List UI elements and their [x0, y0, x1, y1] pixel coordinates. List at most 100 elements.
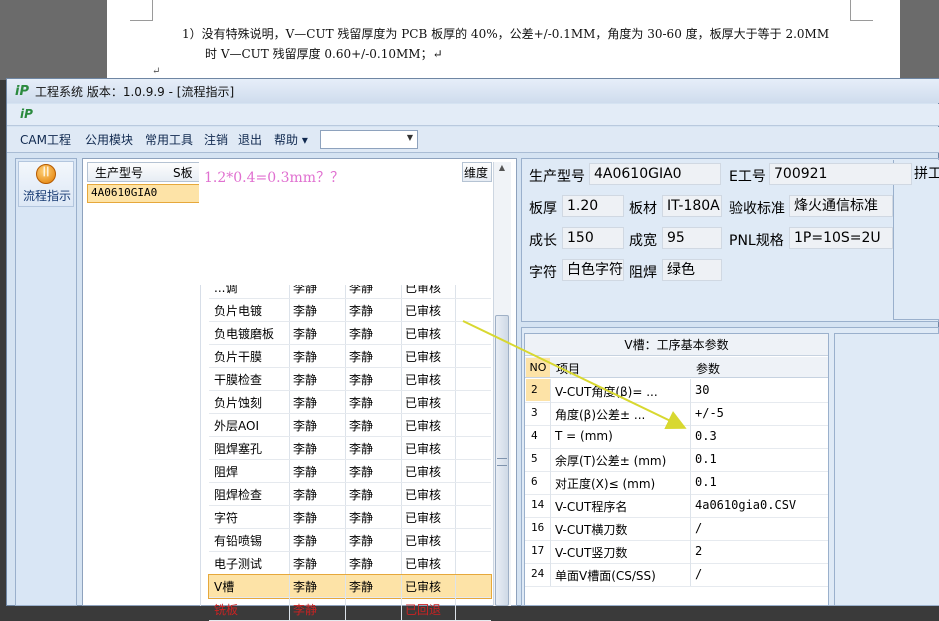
model-field[interactable]: 4A0610GIA0 — [589, 163, 721, 185]
length-field[interactable]: 150 — [562, 227, 624, 249]
process-cell-b: 李静 — [349, 534, 374, 548]
thickness-field[interactable]: 1.20 — [562, 195, 624, 217]
param-header-item[interactable]: 项目 — [556, 360, 580, 377]
menu-exit[interactable]: 退出 — [238, 131, 262, 148]
param-header-no[interactable]: NO — [526, 358, 550, 377]
thickness-label: 板厚 — [529, 201, 557, 217]
param-row[interactable]: 16 V-CUT横刀数 / — [525, 517, 828, 541]
cell-divider — [345, 483, 346, 506]
menu-common-module[interactable]: 公用模块 — [85, 131, 133, 148]
model-label: 生产型号 — [529, 169, 585, 185]
process-cell-status: 已审核 — [405, 557, 442, 571]
process-row[interactable]: V槽 李静 李静 已审核 — [208, 574, 492, 599]
param-row[interactable]: 2 V-CUT角度(β)= ... 30 — [525, 379, 828, 403]
param-cell-no: 6 — [531, 475, 538, 488]
process-row[interactable]: 干膜检查 李静 李静 已审核 — [209, 368, 491, 391]
width-field[interactable]: 95 — [662, 227, 722, 249]
process-row[interactable]: 阻焊 李静 李静 已审核 — [209, 460, 491, 483]
cell-divider — [690, 402, 691, 425]
eno-field[interactable]: 700921 — [769, 163, 912, 185]
process-cell-a: 李静 — [293, 580, 318, 594]
cell-divider — [345, 299, 346, 322]
scrollbar-grip-icon — [497, 458, 507, 466]
char-field[interactable]: 白色字符 — [562, 259, 624, 281]
param-row[interactable]: 3 角度(β)公差± ... +/-5 — [525, 402, 828, 426]
process-cell-step: 负片干膜 — [214, 350, 263, 364]
process-cell-b: 李静 — [349, 580, 374, 594]
mask-field[interactable]: 绿色 — [662, 259, 722, 281]
param-row[interactable]: 17 V-CUT竖刀数 2 — [525, 540, 828, 564]
paragraph-mark: ↵ — [152, 66, 161, 77]
grid-header-model[interactable]: 生产型号 — [95, 164, 143, 181]
cell-divider — [345, 460, 346, 483]
scroll-up-icon[interactable]: ▲ — [494, 163, 510, 179]
cell-divider — [345, 506, 346, 529]
process-row[interactable]: 负片电镀 李静 李静 已审核 — [209, 299, 491, 322]
process-row[interactable]: 有铅喷锡 李静 李静 已审核 — [209, 529, 491, 552]
cell-divider — [550, 563, 551, 586]
process-cell-b: 李静 — [349, 396, 374, 410]
process-cell-b: 李静 — [349, 488, 374, 502]
process-row[interactable]: 字符 李静 李静 已审核 — [209, 506, 491, 529]
menu-cam[interactable]: CAM工程 — [20, 131, 71, 148]
menu-tools[interactable]: 常用工具 — [145, 131, 193, 148]
menu-combo-select[interactable]: ▼ — [320, 130, 418, 149]
pnl-field[interactable]: 1P=10S=2U — [789, 227, 893, 249]
param-cell-value: / — [695, 521, 703, 535]
process-cell-step: 阻焊检查 — [214, 488, 263, 502]
process-cell-status: 已审核 — [405, 442, 442, 456]
cell-divider — [455, 368, 456, 391]
process-cell-a: 李静 — [293, 603, 318, 617]
process-row[interactable]: 负片蚀刻 李静 李静 已审核 — [209, 391, 491, 414]
cell-divider — [690, 517, 691, 540]
process-cell-a: 李静 — [293, 488, 318, 502]
param-row[interactable]: 4 T = (mm) 0.3 — [525, 425, 828, 449]
length-label: 成长 — [529, 233, 557, 249]
param-cell-no: 4 — [531, 429, 538, 442]
process-cell-a: 李静 — [293, 442, 318, 456]
param-row[interactable]: 6 对正度(X)≤ (mm) 0.1 — [525, 471, 828, 495]
flow-pause-icon: || — [42, 166, 50, 177]
cell-divider — [550, 402, 551, 425]
cell-divider — [401, 552, 402, 575]
cell-divider — [345, 368, 346, 391]
process-row[interactable]: 阻焊塞孔 李静 李静 已审核 — [209, 437, 491, 460]
process-row[interactable]: 电子测试 李静 李静 已审核 — [209, 552, 491, 575]
param-cell-no: 16 — [531, 521, 545, 534]
cell-divider — [455, 552, 456, 575]
crop-mark-right — [850, 0, 873, 21]
grid-header-s-board[interactable]: S板 — [173, 164, 193, 181]
process-cell-step: 有铅喷锡 — [214, 534, 263, 548]
cell-divider — [289, 552, 290, 575]
process-row[interactable]: 铣板 李静 已回退 — [209, 598, 491, 621]
process-cell-status: 已审核 — [405, 511, 442, 525]
process-row[interactable]: 外层AOI 李静 李静 已审核 — [209, 414, 491, 437]
product-grid-row-value: 4A0610GIA0 — [91, 186, 158, 199]
standard-label: 验收标准 — [729, 201, 785, 217]
process-row[interactable]: 负片干膜 李静 李静 已审核 — [209, 345, 491, 368]
param-row[interactable]: 24 单面V槽面(CS/SS) / — [525, 563, 828, 587]
standard-field[interactable]: 烽火通信标准 — [789, 195, 893, 217]
process-row[interactable]: 阻焊检查 李静 李静 已审核 — [209, 483, 491, 506]
cell-divider — [345, 575, 346, 598]
cell-divider — [550, 425, 551, 448]
cell-divider — [690, 471, 691, 494]
eno-label: E工号 — [729, 169, 766, 185]
cell-divider — [401, 437, 402, 460]
cell-divider — [345, 552, 346, 575]
quick-logo-icon[interactable]: iP — [20, 107, 33, 121]
material-field[interactable]: IT-180A — [662, 195, 722, 217]
cell-divider — [455, 345, 456, 368]
param-row[interactable]: 14 V-CUT程序名 4a0610gia0.CSV — [525, 494, 828, 518]
crop-mark-left — [130, 0, 153, 21]
menu-logout[interactable]: 注销 — [204, 131, 228, 148]
process-cell-step: 干膜检查 — [214, 373, 263, 387]
param-header-value[interactable]: 参数 — [696, 360, 720, 377]
menu-help[interactable]: 帮助 ▾ — [274, 131, 308, 148]
param-row[interactable]: 5 余厚(T)公差± (mm) 0.1 — [525, 448, 828, 472]
param-cell-item: V-CUT竖刀数 — [555, 546, 628, 560]
quick-access-bar — [7, 104, 939, 126]
grid-header-right-label[interactable]: 维度 — [464, 164, 488, 181]
process-row[interactable]: 负电镀磨板 李静 李静 已审核 — [209, 322, 491, 345]
cell-divider — [401, 391, 402, 414]
